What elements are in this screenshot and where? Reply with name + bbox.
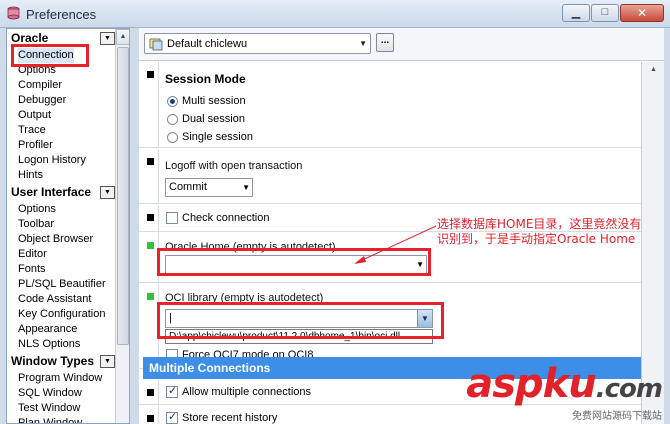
allow-multiple-checkbox[interactable]: Allow multiple connections: [166, 384, 311, 398]
collapse-icon[interactable]: ▼: [100, 32, 115, 45]
nav-item-trace[interactable]: Trace: [18, 123, 46, 138]
chevron-down-icon[interactable]: ▼: [417, 310, 432, 327]
collapse-icon[interactable]: ▼: [100, 355, 115, 368]
modified-marker: [147, 293, 154, 300]
close-button[interactable]: ✕: [620, 4, 664, 22]
check-connection-checkbox[interactable]: Check connection: [166, 212, 269, 224]
nav-item-fonts[interactable]: Fonts: [18, 262, 46, 277]
radio-dual-session[interactable]: Dual session: [167, 113, 245, 125]
nav-group-window-types[interactable]: Window Types ▼: [9, 354, 115, 369]
nav-item-debugger[interactable]: Debugger: [18, 93, 66, 108]
radio-single-session[interactable]: Single session: [167, 131, 253, 143]
nav-item-hints[interactable]: Hints: [18, 168, 43, 183]
close-icon: ✕: [636, 6, 648, 20]
modified-marker: [147, 415, 154, 422]
nav-item-key-configuration[interactable]: Key Configuration: [18, 307, 105, 322]
collapse-icon[interactable]: ▼: [100, 186, 115, 199]
nav-item-ui-options[interactable]: Options: [18, 202, 56, 217]
nav-item-object-browser[interactable]: Object Browser: [18, 232, 93, 247]
nav-item-output[interactable]: Output: [18, 108, 51, 123]
nav-item-connection[interactable]: Connection: [18, 48, 74, 63]
title-bar: Preferences ▁ □ ✕: [0, 0, 670, 28]
chevron-down-icon: ▼: [359, 39, 367, 48]
nav-item-test-window[interactable]: Test Window: [18, 401, 80, 416]
nav-item-profiler[interactable]: Profiler: [18, 138, 53, 153]
profile-toolbar: Default chiclewu ▼ ...: [139, 28, 664, 61]
store-history-checkbox[interactable]: Store recent history: [166, 410, 277, 424]
nav-scrollbar[interactable]: ▲: [115, 29, 129, 423]
watermark-logo: aspku.com: [466, 361, 663, 407]
window-title: Preferences: [26, 7, 97, 22]
annotation-note: 选择数据库HOME目录，这里竟然没有 识别到，于是手动指定Oracle Home: [437, 217, 642, 246]
nav-item-editor[interactable]: Editor: [18, 247, 47, 262]
nav-item-compiler[interactable]: Compiler: [18, 78, 62, 93]
modified-marker: [147, 71, 154, 78]
nav-item-toolbar[interactable]: Toolbar: [18, 217, 54, 232]
scroll-up-icon[interactable]: ▲: [646, 62, 661, 78]
nav-item-sql-window[interactable]: SQL Window: [18, 386, 82, 401]
minimize-icon: ▁: [571, 7, 581, 19]
oci-library-option[interactable]: D:\app\chiclewu\product\11.2.0\dbhome_1\…: [165, 329, 433, 344]
nav-group-oracle[interactable]: Oracle ▼: [9, 31, 115, 46]
radio-multi-session[interactable]: Multi session: [167, 95, 246, 107]
oci-library-label: OCI library (empty is autodetect): [165, 292, 324, 304]
nav-item-nls-options[interactable]: NLS Options: [18, 337, 80, 352]
maximize-button[interactable]: □: [591, 4, 619, 22]
scroll-up-icon[interactable]: ▲: [116, 29, 129, 45]
nav-item-program-window[interactable]: Program Window: [18, 371, 102, 386]
watermark-subtitle: 免费网站源码下载站: [572, 411, 662, 422]
modified-marker: [147, 158, 154, 165]
logoff-row: Logoff with open transaction Commit ▼: [139, 149, 664, 204]
logoff-label: Logoff with open transaction: [165, 160, 303, 172]
nav-item-appearance[interactable]: Appearance: [18, 322, 77, 337]
session-mode-title: Session Mode: [165, 72, 246, 86]
watermark: aspku.com 免费网站源码下载站: [466, 361, 663, 422]
annotation-arrow-icon: [354, 225, 437, 264]
modified-marker: [147, 214, 154, 221]
preferences-nav: Oracle ▼ Connection Options Compiler Deb…: [6, 28, 130, 424]
maximize-icon: □: [601, 6, 609, 18]
session-mode-row: Session Mode Multi session Dual session …: [139, 62, 664, 148]
oracle-home-label: Oracle Home (empty is autodetect): [165, 241, 336, 253]
app-icon: [7, 6, 20, 20]
nav-item-code-assistant[interactable]: Code Assistant: [18, 292, 91, 307]
logoff-select[interactable]: Commit ▼: [165, 178, 253, 197]
profile-value: Default chiclewu: [167, 38, 248, 50]
nav-group-user-interface[interactable]: User Interface ▼: [9, 185, 115, 200]
profile-icon: [149, 38, 163, 51]
scroll-thumb[interactable]: [117, 47, 129, 345]
nav-item-plsql-beautifier[interactable]: PL/SQL Beautifier: [18, 277, 106, 292]
modified-marker: [147, 242, 154, 249]
profile-select[interactable]: Default chiclewu ▼: [144, 33, 371, 54]
chevron-down-icon: ▼: [242, 183, 250, 192]
nav-item-plan-window[interactable]: Plan Window: [18, 416, 82, 423]
nav-item-oracle-options[interactable]: Options: [18, 63, 56, 78]
oci-library-select[interactable]: | ▼: [165, 309, 433, 328]
modified-marker: [147, 389, 154, 396]
nav-item-logon-history[interactable]: Logon History: [18, 153, 86, 168]
minimize-button[interactable]: ▁: [562, 4, 590, 22]
profile-more-button[interactable]: ...: [376, 33, 394, 52]
